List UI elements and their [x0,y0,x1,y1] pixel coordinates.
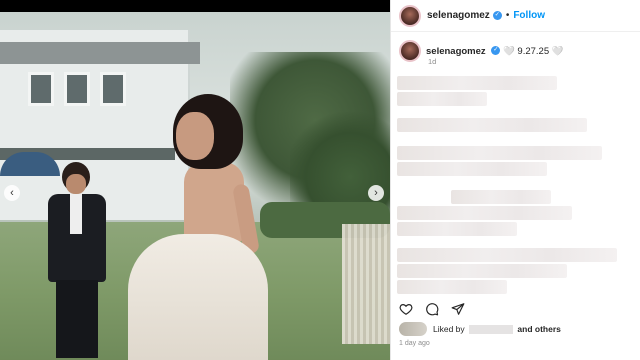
post-photo [0,12,390,360]
separator-dot: • [505,10,510,21]
header-username[interactable]: selenagomez [427,10,490,21]
likes-prefix: Liked by [433,323,465,334]
bride-figure [118,94,278,360]
share-icon[interactable] [451,302,465,316]
comment-blurred [397,280,507,294]
comment-blurred [397,264,567,278]
caption-avatar[interactable] [399,40,421,62]
avatar[interactable] [399,4,421,27]
post-viewer: ‹ › selenagomez ✓ • Follow selenagomez ✓… [0,0,640,360]
post-sidebar: selenagomez ✓ • Follow selenagomez ✓ 🤍 9… [390,0,640,360]
likes-others-link[interactable]: and others [517,324,560,334]
caption-time[interactable]: 1d [428,57,436,66]
caption-username[interactable]: selenagomez [426,46,486,57]
previous-slide-button[interactable]: ‹ [4,185,20,201]
comment-blurred [397,162,547,176]
liker-name-blurred [469,325,514,335]
comment-icon[interactable] [425,302,439,316]
comment-blurred [397,248,617,262]
likes-summary[interactable]: Liked by and others [399,322,561,336]
follow-button[interactable]: Follow [513,10,545,21]
comment-blurred [451,190,551,204]
chair [342,224,390,344]
verified-badge-icon: ✓ [492,11,502,20]
comment-blurred [397,118,587,132]
heart-icon[interactable] [399,302,413,316]
caption-text: 🤍 9.27.25 🤍 [502,45,564,57]
caption-verified-badge-icon: ✓ [491,46,501,56]
post-age: 1 day ago [399,340,430,347]
post-media[interactable]: ‹ › [0,0,390,360]
liker-avatars [399,322,427,336]
comment-blurred [397,92,487,106]
post-actions [399,302,465,316]
post-header: selenagomez ✓ • Follow [391,0,640,32]
comment-blurred [397,76,557,90]
groom-figure [46,162,108,360]
comment-blurred [397,206,572,220]
comment-blurred [397,146,602,160]
comment-blurred [397,222,517,236]
next-slide-button[interactable]: › [368,185,384,201]
comments-list[interactable] [391,70,640,300]
